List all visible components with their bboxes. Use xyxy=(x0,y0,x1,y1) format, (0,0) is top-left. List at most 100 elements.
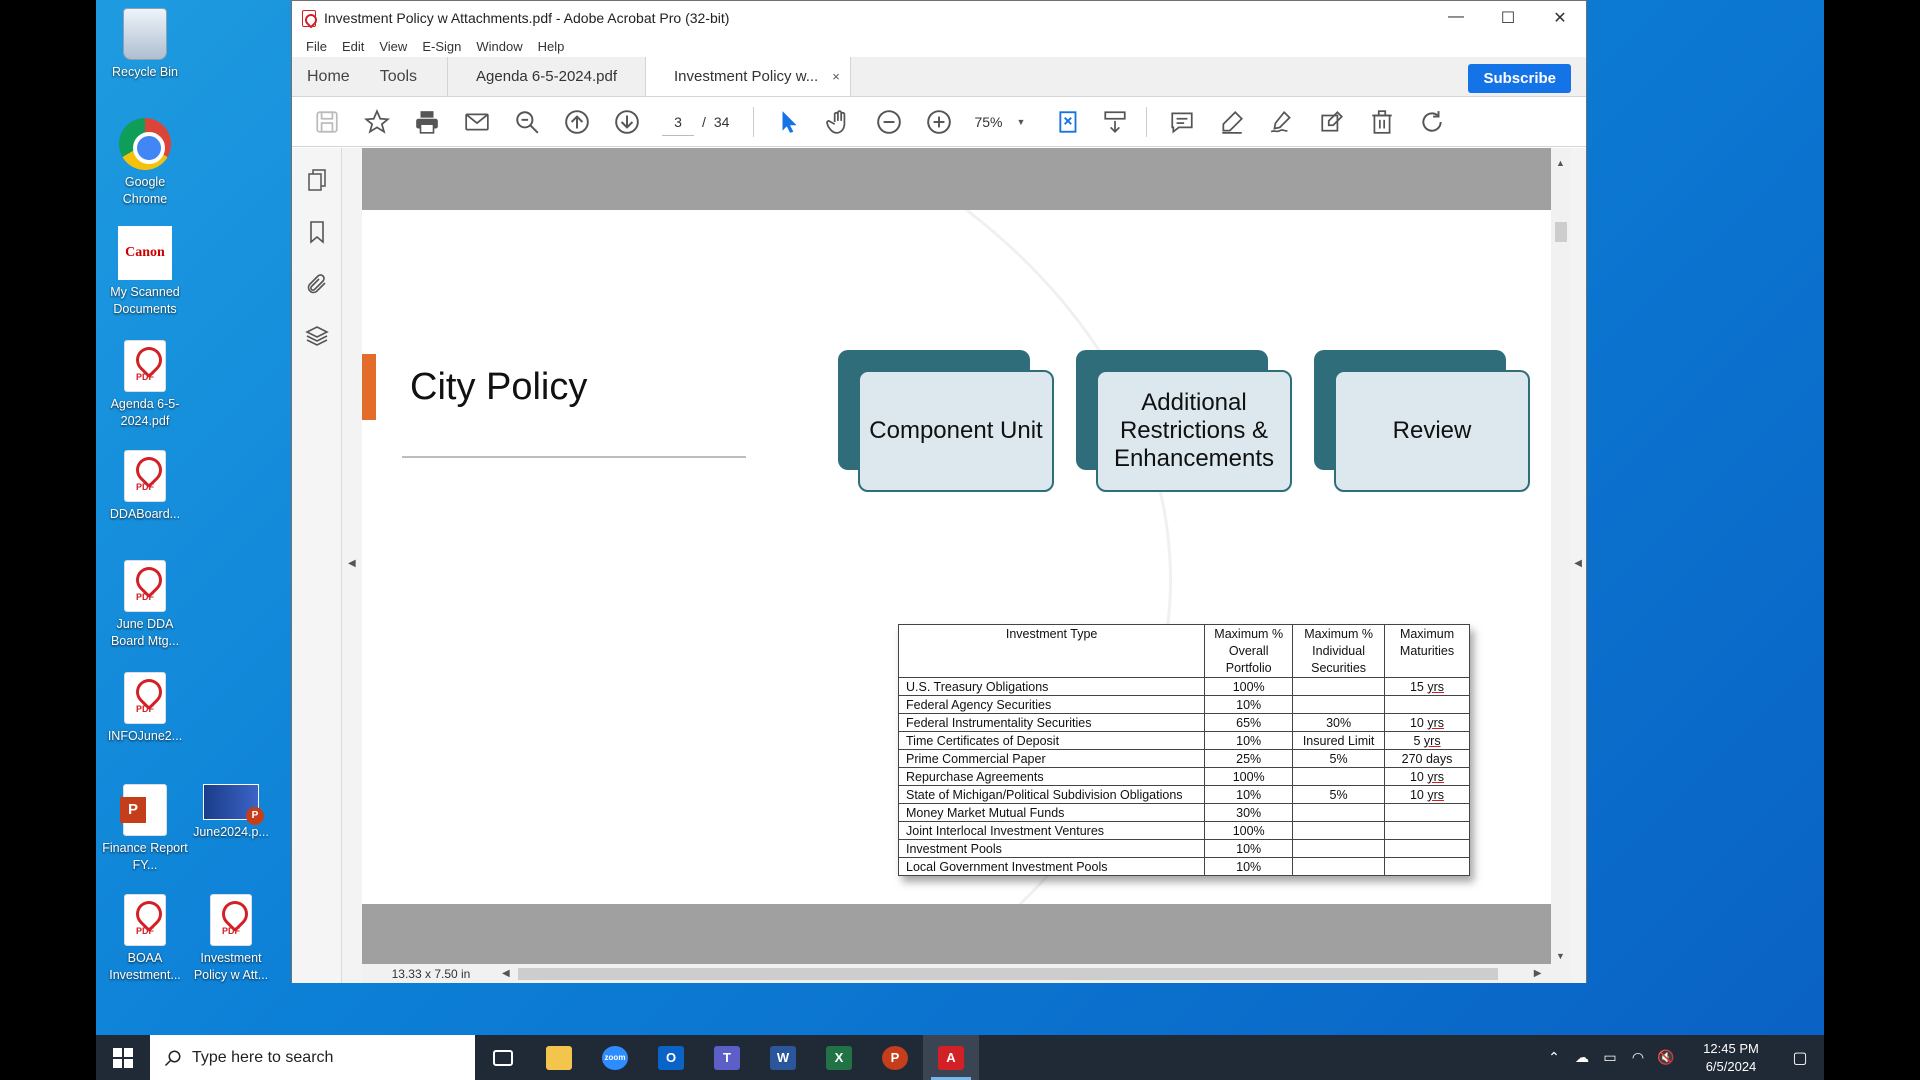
onedrive-icon[interactable]: ☁ xyxy=(1568,1049,1596,1066)
menu-help[interactable]: Help xyxy=(531,39,573,54)
email-icon[interactable] xyxy=(452,97,502,147)
desktop-icon-investment-policy[interactable]: PDF Investment Policy w Att... xyxy=(188,894,274,984)
cell-max-overall: 10% xyxy=(1204,839,1294,858)
maximize-button[interactable]: ☐ xyxy=(1482,8,1534,28)
bookmarks-icon[interactable] xyxy=(292,206,342,258)
sign-icon[interactable] xyxy=(1257,97,1307,147)
page-number-input[interactable]: 3 xyxy=(662,108,694,136)
tab-tools[interactable]: Tools xyxy=(365,57,447,96)
collapse-left-panel-icon[interactable]: ◀ xyxy=(348,558,356,569)
pdf-file-icon: PDF xyxy=(124,450,166,502)
header-max-maturities: Maximum Maturities xyxy=(1384,624,1470,678)
outlook-icon[interactable]: O xyxy=(643,1035,699,1080)
table-row: Local Government Investment Pools 10% xyxy=(897,857,1470,876)
chevron-up-icon[interactable]: ⌃ xyxy=(1540,1049,1568,1066)
pdf-file-icon: PDF xyxy=(210,894,252,946)
desktop-icon-infojune[interactable]: PDF INFOJune2... xyxy=(102,672,188,745)
taskbar-search[interactable]: Type here to search xyxy=(150,1035,475,1080)
menu-edit[interactable]: Edit xyxy=(335,39,372,54)
clock[interactable]: 12:45 PM 6/5/2024 xyxy=(1686,1040,1776,1076)
desktop-icon-ddaboard[interactable]: PDF DDABoard... xyxy=(102,450,188,523)
save-icon[interactable] xyxy=(302,97,352,147)
cell-max-overall: 10% xyxy=(1204,695,1294,714)
bookmark-star-icon[interactable] xyxy=(352,97,402,147)
cell-max-maturities: 270 days xyxy=(1384,749,1470,768)
zoom-out-icon[interactable] xyxy=(864,97,914,147)
rotate-icon[interactable] xyxy=(1407,97,1457,147)
table-row: Federal Instrumentality Securities 65% 30%… xyxy=(897,713,1470,732)
attachments-icon[interactable] xyxy=(292,258,342,310)
hand-tool-icon[interactable] xyxy=(814,97,864,147)
table-row: U.S. Treasury Obligations 100% 15 yrs xyxy=(897,677,1470,696)
scroll-right-icon[interactable]: ▶ xyxy=(1534,968,1542,979)
cell-max-individual xyxy=(1292,839,1386,858)
find-icon[interactable] xyxy=(502,97,552,147)
select-cursor-icon[interactable] xyxy=(764,97,814,147)
layers-icon[interactable] xyxy=(292,310,342,362)
next-page-icon[interactable] xyxy=(602,97,652,147)
work-area: ◀ City Policy Component Unit Additional … xyxy=(292,148,1586,983)
title-bar: Investment Policy w Attachments.pdf - Ad… xyxy=(292,1,1586,35)
scroll-down-icon[interactable]: ▼ xyxy=(1556,951,1565,961)
desktop-icon-june-dda[interactable]: PDF June DDA Board Mtg... xyxy=(102,560,188,650)
notifications-icon[interactable]: ▢ xyxy=(1776,1048,1824,1068)
table-row: Time Certificates of Deposit 10% Insured L… xyxy=(897,731,1470,750)
cell-max-maturities: 10 yrs xyxy=(1384,767,1470,786)
menu-esign[interactable]: E-Sign xyxy=(415,39,469,54)
volume-muted-icon[interactable]: 🔇 xyxy=(1652,1049,1680,1066)
wifi-icon[interactable]: ◠ xyxy=(1624,1049,1652,1066)
cell-max-maturities: 5 yrs xyxy=(1384,731,1470,750)
collapse-right-panel-icon[interactable]: ◀ xyxy=(1574,558,1582,569)
desktop-icon-finance-report[interactable]: P Finance Report FY... xyxy=(102,784,188,874)
comment-icon[interactable] xyxy=(1157,97,1207,147)
acrobat-taskbar-icon[interactable]: A xyxy=(923,1035,979,1080)
header-max-individual: Maximum % Individual Securities xyxy=(1292,624,1386,678)
table-row: Prime Commercial Paper 25% 5% 270 days xyxy=(897,749,1470,768)
start-button[interactable] xyxy=(96,1035,150,1080)
menu-window[interactable]: Window xyxy=(469,39,530,54)
tab-home[interactable]: Home xyxy=(292,57,365,96)
zoom-in-icon[interactable] xyxy=(914,97,964,147)
cell-investment-type: Federal Instrumentality Securities xyxy=(897,713,1206,732)
scroll-mode-icon[interactable] xyxy=(1094,97,1136,147)
zoom-app-icon[interactable]: zoom xyxy=(587,1035,643,1080)
delete-icon[interactable] xyxy=(1357,97,1407,147)
cell-max-overall: 65% xyxy=(1204,713,1294,732)
menu-view[interactable]: View xyxy=(372,39,415,54)
page-thumbnails-icon[interactable] xyxy=(292,154,342,206)
fit-page-icon[interactable] xyxy=(1044,97,1094,147)
scroll-up-icon[interactable]: ▲ xyxy=(1556,158,1565,168)
battery-icon[interactable]: ▭ xyxy=(1596,1049,1624,1066)
print-icon[interactable] xyxy=(402,97,452,147)
desktop-icon-canon[interactable]: Canon My Scanned Documents xyxy=(102,226,188,318)
powerpoint-icon[interactable]: P xyxy=(867,1035,923,1080)
task-view-icon[interactable] xyxy=(475,1035,531,1080)
desktop-icon-chrome[interactable]: Google Chrome xyxy=(102,118,188,208)
excel-icon[interactable]: X xyxy=(811,1035,867,1080)
desktop-icon-june2024[interactable]: P June2024.p... xyxy=(188,784,274,841)
desktop-icon-boaa[interactable]: PDF BOAA Investment... xyxy=(102,894,188,984)
vertical-scrollbar[interactable]: ▲ ▼ xyxy=(1551,148,1571,969)
close-window-button[interactable]: ✕ xyxy=(1534,8,1586,28)
highlight-pen-icon[interactable] xyxy=(1207,97,1257,147)
scroll-thumb[interactable] xyxy=(1555,222,1567,242)
tab-investment-policy[interactable]: Investment Policy w... × xyxy=(645,57,851,96)
cell-investment-type: Joint Interlocal Investment Ventures xyxy=(897,821,1206,840)
close-tab-icon[interactable]: × xyxy=(832,69,840,84)
fill-sign-icon[interactable] xyxy=(1307,97,1357,147)
menu-file[interactable]: File xyxy=(299,39,335,54)
previous-page-icon[interactable] xyxy=(552,97,602,147)
desktop-icon-agenda-pdf[interactable]: PDF Agenda 6-5-2024.pdf xyxy=(102,340,188,430)
word-icon[interactable]: W xyxy=(755,1035,811,1080)
left-rail xyxy=(292,148,342,983)
subscribe-button[interactable]: Subscribe xyxy=(1468,64,1571,93)
desktop-icon-recycle-bin[interactable]: Recycle Bin xyxy=(102,8,188,81)
tab-agenda-pdf[interactable]: Agenda 6-5-2024.pdf xyxy=(447,57,645,96)
horizontal-scroll-thumb[interactable] xyxy=(517,967,1498,980)
scroll-left-icon[interactable]: ◀ xyxy=(502,968,510,979)
minimize-button[interactable]: — xyxy=(1430,8,1482,28)
file-explorer-icon[interactable] xyxy=(531,1035,587,1080)
zoom-dropdown[interactable]: 75% ▼ xyxy=(974,114,1034,130)
canon-icon: Canon xyxy=(118,226,172,280)
teams-icon[interactable]: T xyxy=(699,1035,755,1080)
